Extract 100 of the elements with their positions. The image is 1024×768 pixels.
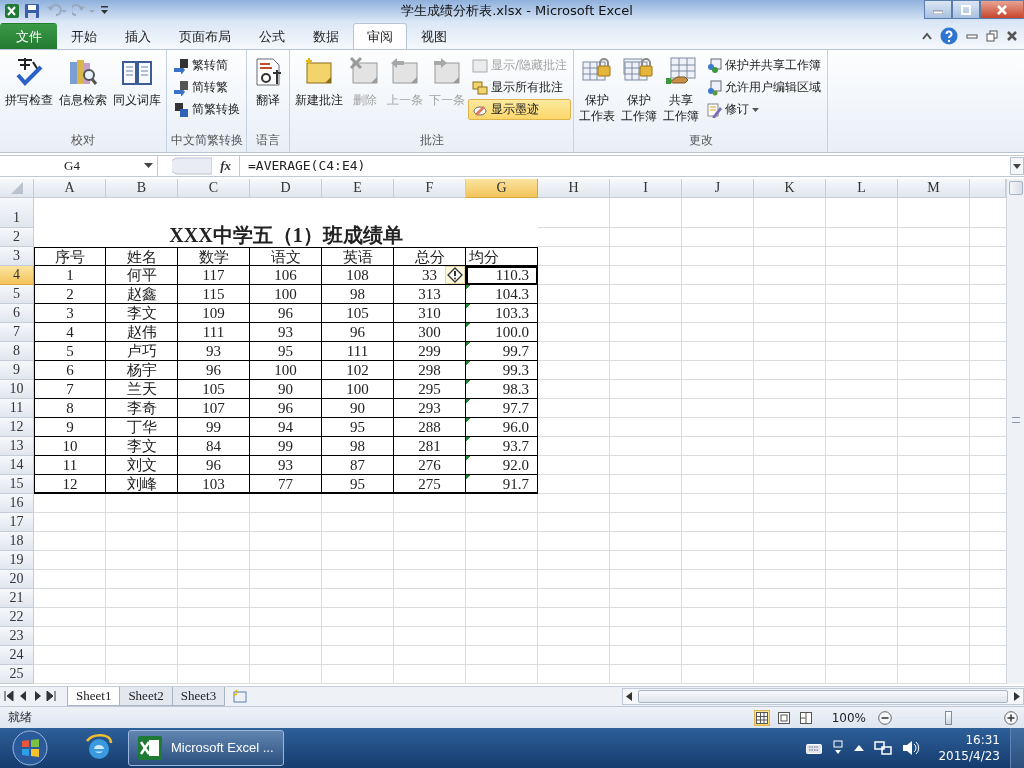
ribbon-button[interactable]: 保护并共享工作簿: [702, 55, 826, 77]
restore-icon[interactable]: [986, 30, 998, 43]
group-label: 更改: [687, 131, 714, 149]
ribbon-button[interactable]: 新建批注: [292, 52, 346, 113]
scroll-right-icon[interactable]: [1014, 691, 1020, 701]
slider-thumb[interactable]: [945, 710, 952, 725]
sheet-tab[interactable]: Sheet3: [171, 686, 226, 706]
spreadsheet-logo-icon[interactable]: [4, 2, 20, 19]
file-tab[interactable]: 文件: [0, 23, 57, 50]
column-header[interactable]: J: [682, 178, 754, 198]
keyboard-icon[interactable]: [806, 742, 823, 754]
close-icon: [996, 4, 1008, 15]
ribbon-button[interactable]: 繁转简: [169, 55, 244, 77]
zoom-out-icon[interactable]: [878, 710, 892, 725]
ribbon-button[interactable]: 翻译: [249, 52, 287, 113]
page-break-icon: [799, 711, 812, 724]
ribbon-tab[interactable]: 审阅: [353, 23, 407, 50]
vertical-scrollbar[interactable]: [1006, 178, 1024, 684]
column-header[interactable]: F: [394, 178, 466, 198]
spreadsheet-logo-icon: [137, 735, 163, 761]
clock-date[interactable]: 2015/4/23: [938, 748, 1000, 764]
ribbon-tab[interactable]: 公式: [245, 23, 299, 50]
column-header[interactable]: K: [754, 178, 826, 198]
error-smart-tag-icon[interactable]: [445, 265, 465, 284]
collapse-ribbon-icon[interactable]: [922, 32, 932, 41]
ribbon-button[interactable]: 显示墨迹: [468, 99, 572, 121]
column-header[interactable]: M: [898, 178, 970, 198]
sheet-tab[interactable]: Sheet1: [67, 686, 121, 706]
document-arrows-icon: [173, 101, 189, 118]
clock-time[interactable]: 16:31: [965, 732, 1000, 748]
notes-icon: [472, 79, 488, 96]
column-header[interactable]: A: [34, 178, 106, 198]
ribbon-tab[interactable]: 插入: [111, 23, 165, 50]
horizontal-scrollbar[interactable]: [622, 687, 1024, 705]
column-header[interactable]: E: [322, 178, 394, 198]
ribbon-button[interactable]: 简转繁: [169, 77, 244, 99]
ribbon-button[interactable]: 同义词库: [110, 52, 164, 113]
start-button-icon[interactable]: [10, 729, 50, 767]
ribbon-tab[interactable]: 数据: [299, 23, 353, 50]
dropdown-caret-icon[interactable]: [144, 163, 153, 169]
column-header[interactable]: I: [610, 178, 682, 198]
ribbon-button[interactable]: 保护 工作表: [576, 52, 619, 129]
ribbon-tab[interactable]: 视图: [407, 23, 461, 50]
view-button[interactable]: [775, 709, 792, 726]
page-layout-icon: [777, 711, 790, 724]
close-button[interactable]: [980, 0, 1024, 19]
column-header[interactable]: C: [178, 178, 250, 198]
ribbon-button[interactable]: 保护 工作簿: [618, 52, 661, 129]
speaker-icon[interactable]: [902, 740, 921, 756]
name-box[interactable]: G4: [0, 155, 158, 176]
group-label: 批注: [418, 131, 445, 149]
column-header[interactable]: B: [106, 178, 178, 198]
show-hidden-icons-icon[interactable]: [854, 744, 865, 752]
input-method-icon[interactable]: [832, 740, 845, 756]
restore-icon: [961, 4, 971, 15]
ribbon-button[interactable]: 简繁转换: [169, 99, 244, 121]
restore-button[interactable]: [952, 0, 980, 19]
scroll-thumb[interactable]: [638, 689, 1008, 703]
ribbon-tab[interactable]: 页面布局: [165, 23, 245, 50]
zoom-in-icon[interactable]: [1004, 710, 1018, 725]
sheet-tab[interactable]: Sheet2: [119, 686, 173, 706]
zoom-level[interactable]: 100%: [831, 710, 866, 725]
group-label: 校对: [70, 131, 96, 149]
window-title: 学生成绩分析表.xlsx - Microsoft Excel: [400, 1, 634, 20]
grip-icon: [1011, 416, 1020, 423]
column-header[interactable]: G: [466, 178, 538, 198]
page-pencil-icon: [706, 101, 723, 118]
grid-people-icon: [706, 79, 723, 96]
ribbon-tab[interactable]: 开始: [57, 23, 111, 50]
grid-people-icon: [706, 57, 723, 74]
help-icon[interactable]: [940, 27, 958, 46]
ribbon-button[interactable]: 允许用户编辑区域: [702, 77, 826, 99]
normal-view-icon: [755, 711, 768, 724]
scroll-thumb[interactable]: [1008, 180, 1023, 195]
save-icon[interactable]: [24, 2, 40, 19]
minimize-button[interactable]: [924, 0, 952, 19]
caret-icon: [752, 107, 760, 112]
column-header[interactable]: L: [826, 178, 898, 198]
sheet-title: XXX中学五（1）班成绩单: [169, 222, 403, 247]
column-header[interactable]: H: [538, 178, 610, 198]
ribbon-button[interactable]: 共享 工作簿: [660, 52, 703, 129]
view-button[interactable]: [753, 709, 770, 726]
view-button[interactable]: [797, 709, 814, 726]
formula-field[interactable]: =AVERAGE(C4:E4): [240, 158, 1010, 174]
insert-function-button[interactable]: fx: [218, 157, 233, 174]
ribbon-button[interactable]: 显示所有批注: [468, 77, 572, 99]
ribbon-button[interactable]: 拼写检查: [2, 52, 56, 113]
close-icon[interactable]: [1006, 30, 1018, 43]
status-text: 就绪: [8, 709, 32, 727]
ribbon-button[interactable]: 修订: [702, 99, 826, 121]
scroll-left-icon[interactable]: [626, 691, 632, 701]
group-label: 中文简繁转换: [169, 131, 244, 149]
ribbon-button[interactable]: 信息检索: [56, 52, 110, 113]
arrow-block-icon: [173, 57, 189, 74]
row-header[interactable]: 1: [0, 197, 34, 228]
taskbar-button[interactable]: Microsoft Excel ...: [128, 730, 284, 766]
column-header[interactable]: D: [250, 178, 322, 198]
network-icon[interactable]: [874, 740, 893, 756]
arrow-block-icon: [173, 79, 189, 96]
expand-formula-icon[interactable]: [1010, 156, 1024, 175]
